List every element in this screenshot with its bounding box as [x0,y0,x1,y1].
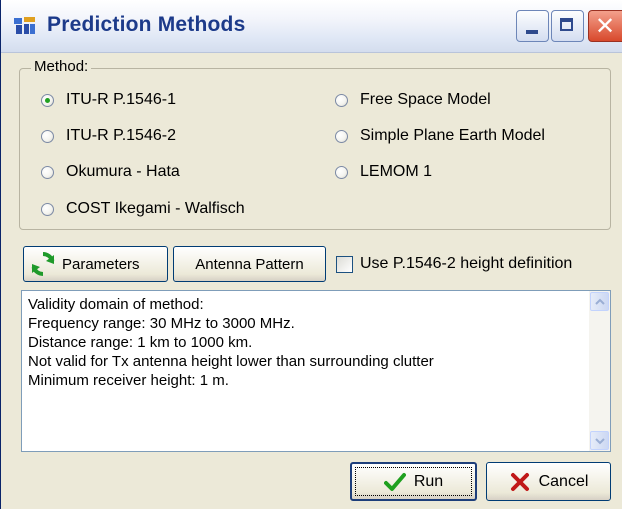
run-button-label: Run [413,472,444,490]
validity-line: Distance range: 1 km to 1000 km. [28,334,253,351]
validity-line: Not valid for Tx antenna height lower th… [28,353,434,370]
cancel-x-icon [510,472,529,491]
run-button[interactable]: Run [350,462,477,501]
method-group-legend: Method: [31,58,92,75]
parameters-button-label: Parameters [62,255,140,273]
radio-label: LEMOM 1 [360,163,433,180]
radio-button[interactable] [41,165,54,179]
use-height-definition-label[interactable]: Use P.1546-2 height definition [360,255,572,273]
radio-label: ITU-R P.1546-1 [66,91,176,108]
validity-line: Minimum receiver height: 1 m. [28,372,229,389]
radio-itu-p1546-2[interactable]: ITU-R P.1546-2 [41,123,176,149]
app-icon [14,17,35,34]
validity-text: Validity domain of method: Frequency ran… [28,295,434,390]
cancel-button[interactable]: Cancel [486,462,611,501]
antenna-pattern-button[interactable]: Antenna Pattern [173,246,326,282]
validity-line: Frequency range: 30 MHz to 3000 MHz. [28,315,295,332]
radio-button[interactable] [335,165,348,179]
scroll-up-icon[interactable] [590,292,609,311]
title-bar[interactable]: Prediction Methods ✕ [1,0,622,53]
radio-cost-ikegami-walfisch[interactable]: COST Ikegami - Walfisch [41,196,245,222]
validity-line: Validity domain of method: [28,296,204,313]
window-title: Prediction Methods [47,13,246,36]
radio-button[interactable] [335,93,348,107]
radio-label: Simple Plane Earth Model [360,127,545,144]
radio-label: Okumura - Hata [66,163,180,180]
radio-label: COST Ikegami - Walfisch [66,200,245,217]
scroll-down-icon[interactable] [590,431,609,450]
use-height-definition-checkbox[interactable] [336,256,353,273]
vertical-scrollbar[interactable] [589,291,610,451]
antenna-pattern-button-label: Antenna Pattern [195,255,304,273]
radio-label: ITU-R P.1546-2 [66,127,176,144]
radio-button[interactable] [41,202,54,216]
radio-button[interactable] [335,129,348,143]
minimize-icon[interactable] [516,10,549,42]
checkmark-icon [383,472,406,491]
radio-button[interactable] [41,129,54,143]
refresh-icon [31,252,55,276]
prediction-methods-dialog: Prediction Methods ✕ Method: ITU-R P.154… [0,0,622,509]
cancel-button-label: Cancel [538,472,589,490]
parameters-button[interactable]: Parameters [23,246,168,282]
radio-button-checked[interactable] [41,93,54,107]
radio-label: Free Space Model [360,91,491,108]
radio-okumura-hata[interactable]: Okumura - Hata [41,159,180,185]
radio-itu-p1546-1[interactable]: ITU-R P.1546-1 [41,87,176,113]
radio-free-space-model[interactable]: Free Space Model [335,87,491,113]
maximize-icon[interactable] [551,10,584,42]
radio-lemom-1[interactable]: LEMOM 1 [335,159,432,185]
close-icon[interactable]: ✕ [588,10,622,42]
validity-textarea[interactable]: Validity domain of method: Frequency ran… [21,290,611,452]
radio-simple-plane-earth-model[interactable]: Simple Plane Earth Model [335,123,545,149]
